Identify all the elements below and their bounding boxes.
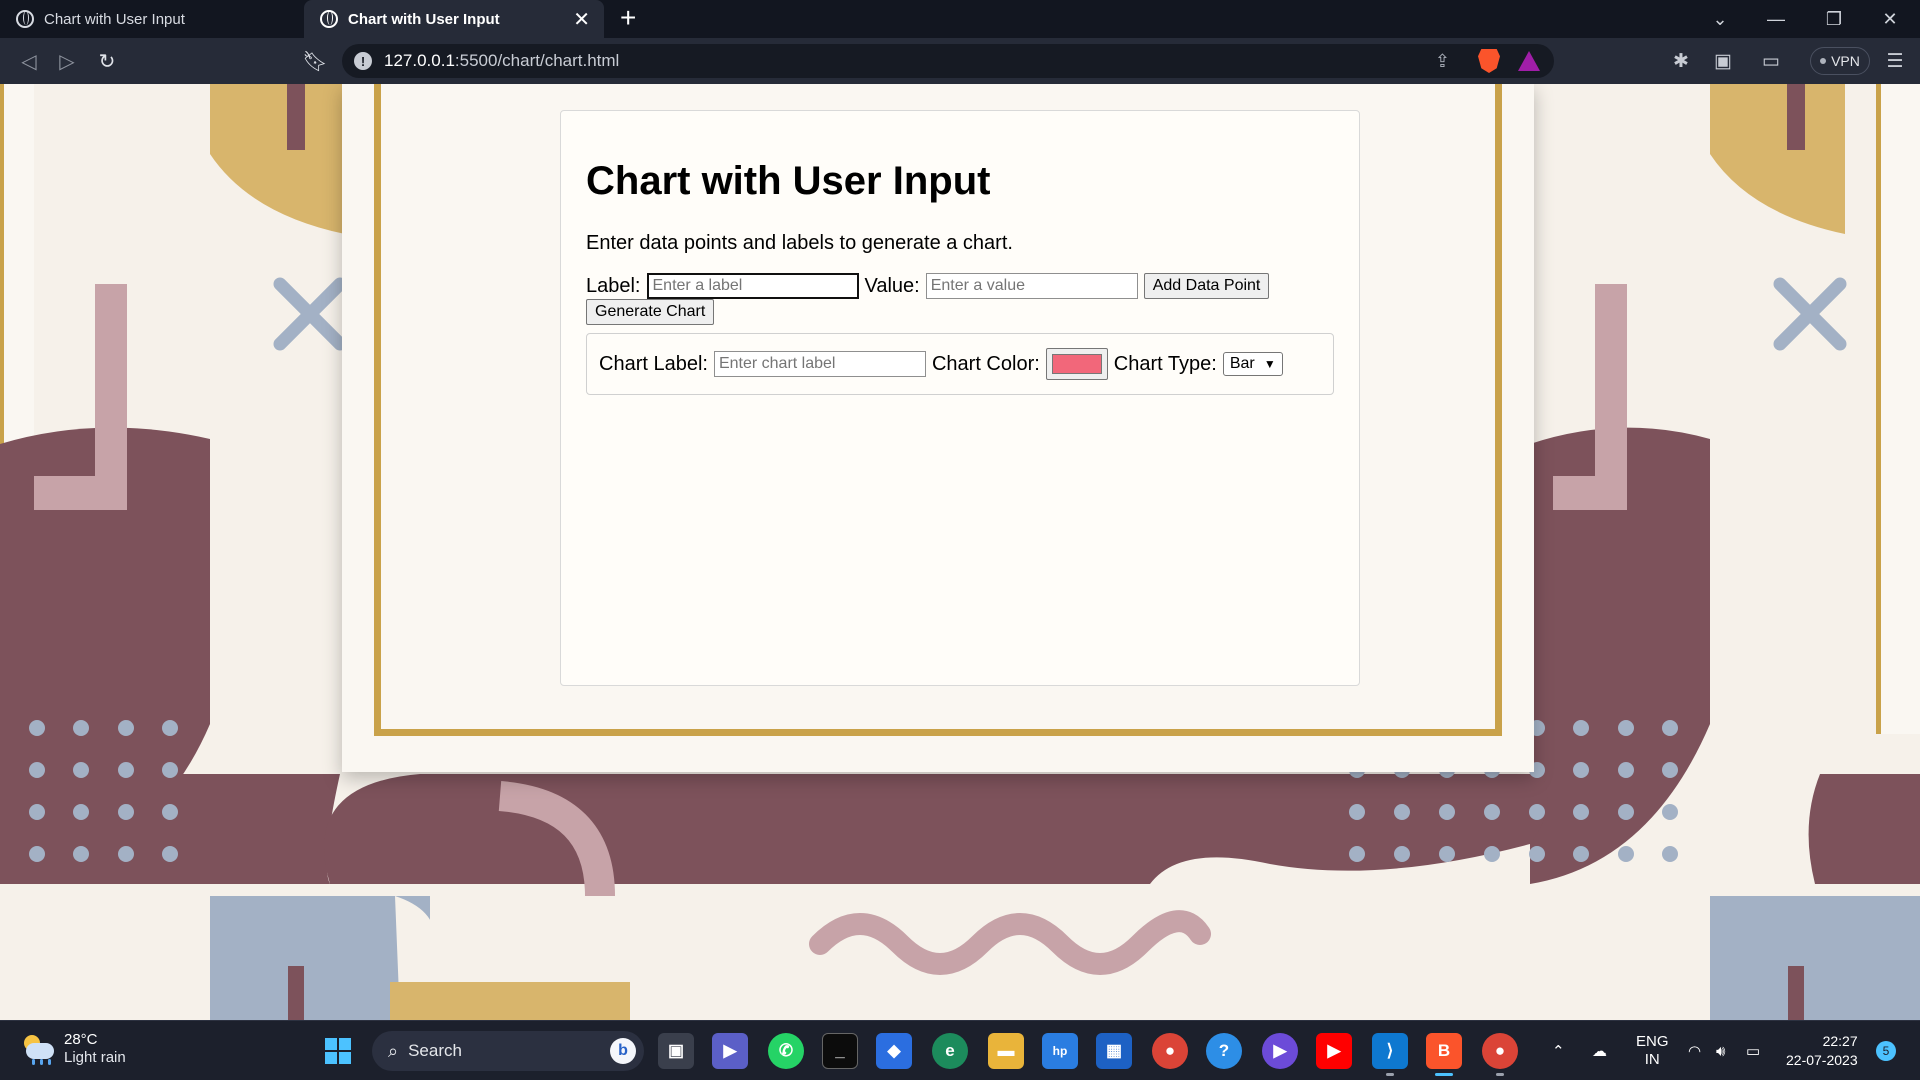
- teams-chat-icon[interactable]: ▶: [712, 1033, 748, 1069]
- vpn-label: VPN: [1831, 53, 1860, 69]
- running-indicator: [1386, 1073, 1394, 1076]
- chevron-down-icon: ▼: [1263, 357, 1276, 371]
- page-title: Chart with User Input: [586, 159, 991, 203]
- chart-label-input-placeholder: Enter chart label: [718, 355, 836, 372]
- url-host: 127.0.0.1: [384, 51, 455, 70]
- browser-tab-active[interactable]: Chart with User Input ✕: [304, 0, 604, 38]
- globe-icon: [320, 10, 338, 28]
- media-player-icon[interactable]: ▶: [1262, 1033, 1298, 1069]
- chart-label-input[interactable]: Enter chart label: [713, 351, 926, 377]
- volume-icon[interactable]: 🔊︎: [1716, 1021, 1725, 1080]
- chart-type-select[interactable]: Bar ▼: [1222, 352, 1283, 376]
- add-data-point-button[interactable]: Add Data Point: [1143, 273, 1270, 299]
- whatsapp-icon[interactable]: ✆: [768, 1033, 804, 1069]
- notification-center[interactable]: 5: [1876, 1021, 1896, 1080]
- menu-icon[interactable]: ☰: [1880, 46, 1910, 76]
- file-explorer-icon[interactable]: ▬: [988, 1033, 1024, 1069]
- page-viewport: Chart with User Input Enter data points …: [0, 84, 1920, 1020]
- weather-rain-icon: [20, 1035, 54, 1065]
- tab-title: Chart with User Input: [348, 10, 500, 28]
- windows-taskbar: 28°C Light rain ⌕ Search b ▣ ▶ ✆ _ ◆ e ▬…: [0, 1020, 1920, 1080]
- chart-color-picker[interactable]: [1045, 348, 1108, 380]
- bookmark-icon[interactable]: 🔖︎: [300, 46, 330, 76]
- myhp-icon[interactable]: hp: [1042, 1033, 1078, 1069]
- search-label: Search: [408, 1041, 462, 1060]
- sidebar-icon[interactable]: ▣: [1708, 46, 1738, 76]
- weather-temp: 28°C: [64, 1031, 98, 1048]
- show-hidden-icons-icon[interactable]: ⌃: [1552, 1021, 1565, 1080]
- share-icon[interactable]: ⇪: [1435, 51, 1450, 72]
- start-icon[interactable]: [320, 1033, 356, 1069]
- extensions-icon[interactable]: ✱: [1666, 46, 1696, 76]
- brave-icon[interactable]: B: [1426, 1033, 1462, 1069]
- lang-top: ENG: [1636, 1033, 1669, 1050]
- chart-type-field-label: Chart Type:: [1113, 352, 1217, 375]
- onedrive-icon[interactable]: ☁: [1592, 1021, 1607, 1080]
- chrome-icon[interactable]: ●: [1152, 1033, 1188, 1069]
- data-entry-row: Label: Enter a label Value: Enter a valu…: [586, 273, 1334, 299]
- chrome-profile-icon[interactable]: ●: [1482, 1033, 1518, 1069]
- youtube-icon[interactable]: ▶: [1316, 1033, 1352, 1069]
- clock-date: 22-07-2023: [1786, 1052, 1858, 1068]
- close-window-icon[interactable]: ✕: [1862, 0, 1918, 38]
- notification-badge: 5: [1876, 1041, 1896, 1061]
- value-field-label: Value:: [864, 274, 920, 297]
- address-bar[interactable]: ! 127.0.0.1:5500/chart/chart.html ⇪: [342, 44, 1554, 78]
- reload-icon[interactable]: ↻: [92, 46, 122, 76]
- globe-icon: [16, 10, 34, 28]
- search-icon: ⌕: [388, 1040, 399, 1061]
- label-input-placeholder: Enter a label: [652, 277, 743, 294]
- brave-shields-icon[interactable]: [1478, 49, 1500, 73]
- language-indicator[interactable]: ENG IN: [1636, 1021, 1669, 1080]
- task-view-icon[interactable]: ▣: [658, 1033, 694, 1069]
- tab-title: Chart with User Input: [44, 10, 185, 28]
- minimize-icon[interactable]: —: [1748, 0, 1804, 38]
- restore-icon[interactable]: ❐: [1806, 0, 1862, 38]
- copilot-icon[interactable]: ◆: [876, 1033, 912, 1069]
- clock-time: 22:27: [1822, 1033, 1858, 1049]
- wallet-icon[interactable]: ▭: [1756, 46, 1786, 76]
- chart-color-field-label: Chart Color:: [931, 352, 1040, 375]
- page-description: Enter data points and labels to generate…: [586, 232, 1013, 254]
- bing-icon[interactable]: b: [610, 1038, 636, 1064]
- terminal-icon[interactable]: _: [822, 1033, 858, 1069]
- active-indicator: [1435, 1073, 1453, 1076]
- brave-rewards-icon[interactable]: [1518, 51, 1540, 71]
- get-help-icon[interactable]: ?: [1206, 1033, 1242, 1069]
- back-icon[interactable]: ◁: [14, 46, 44, 76]
- clock[interactable]: 22:27 22-07-2023: [1786, 1021, 1858, 1080]
- value-input-placeholder: Enter a value: [930, 277, 1026, 294]
- tab-search-icon[interactable]: ⌄: [1692, 0, 1748, 38]
- weather-widget[interactable]: 28°C Light rain: [20, 1031, 126, 1067]
- url-path: :5500/chart/chart.html: [454, 51, 620, 70]
- lang-bottom: IN: [1644, 1051, 1660, 1068]
- label-input[interactable]: Enter a label: [646, 273, 859, 299]
- battery-icon[interactable]: ▭: [1746, 1021, 1760, 1080]
- label-field-label: Label:: [586, 274, 641, 297]
- value-input[interactable]: Enter a value: [925, 273, 1138, 299]
- vscode-icon[interactable]: ⟩: [1372, 1033, 1408, 1069]
- running-indicator: [1496, 1073, 1504, 1076]
- store-icon[interactable]: ▦: [1096, 1033, 1132, 1069]
- edge-icon[interactable]: e: [932, 1033, 968, 1069]
- chart-options-panel: Chart Label: Enter chart label Chart Col…: [586, 333, 1334, 395]
- taskbar-search[interactable]: ⌕ Search b: [372, 1031, 644, 1071]
- vpn-button[interactable]: VPN: [1810, 47, 1870, 75]
- chart-label-field-label: Chart Label:: [599, 352, 708, 375]
- close-tab-icon[interactable]: ✕: [573, 7, 590, 32]
- forward-icon[interactable]: ▷: [52, 46, 82, 76]
- url-text: 127.0.0.1:5500/chart/chart.html: [384, 51, 619, 71]
- browser-toolbar: ◁ ▷ ↻ 🔖︎ ! 127.0.0.1:5500/chart/chart.ht…: [0, 38, 1920, 84]
- generate-chart-button[interactable]: Generate Chart: [586, 299, 715, 325]
- chart-type-selected: Bar: [1229, 355, 1255, 372]
- chart-color-swatch: [1051, 354, 1102, 374]
- weather-desc: Light rain: [64, 1049, 126, 1066]
- generate-row: Generate Chart: [586, 299, 1334, 325]
- site-info-icon[interactable]: !: [354, 52, 372, 70]
- browser-tab[interactable]: Chart with User Input: [0, 0, 300, 38]
- wifi-icon[interactable]: ◠: [1688, 1021, 1701, 1080]
- chart-app-container: Chart with User Input Enter data points …: [560, 110, 1360, 686]
- browser-tab-bar: Chart with User Input Chart with User In…: [0, 0, 1920, 38]
- new-tab-button[interactable]: +: [620, 2, 636, 34]
